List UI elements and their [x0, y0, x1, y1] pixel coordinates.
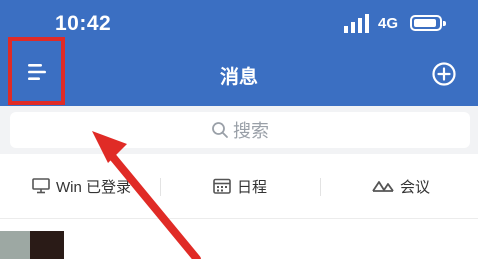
- monitor-icon: [32, 178, 50, 194]
- page-title: 消息: [219, 67, 258, 88]
- menu-highlight-box: [8, 37, 65, 105]
- status-time: 10:42: [55, 12, 112, 35]
- add-icon[interactable]: [432, 62, 456, 86]
- message-list: [0, 219, 478, 259]
- tab-meeting[interactable]: 会议: [372, 154, 430, 218]
- tab-label: Win 已登录: [56, 178, 132, 196]
- tab-label: 日程: [237, 178, 268, 196]
- avatar[interactable]: [0, 231, 30, 259]
- calendar-icon: [213, 178, 231, 194]
- tab-divider: [160, 178, 161, 196]
- signal-icon: [344, 14, 369, 33]
- battery-icon: [410, 15, 446, 31]
- tab-label: 会议: [400, 178, 431, 196]
- search-placeholder: 搜索: [233, 121, 269, 141]
- status-icons: 4G: [344, 13, 470, 35]
- app-header: 10:42 4G 消息: [0, 0, 478, 106]
- search-icon: [212, 122, 228, 138]
- network-type: 4G: [378, 15, 399, 32]
- quick-tabs: Win 已登录 日程 会议: [0, 154, 478, 219]
- tab-schedule[interactable]: 日程: [213, 154, 267, 218]
- tab-divider: [320, 178, 321, 196]
- avatar[interactable]: [30, 231, 64, 259]
- meeting-icon: [372, 181, 394, 192]
- search-area: 搜索: [0, 106, 478, 154]
- tab-win-login[interactable]: Win 已登录: [32, 154, 131, 218]
- search-input[interactable]: 搜索: [10, 112, 470, 148]
